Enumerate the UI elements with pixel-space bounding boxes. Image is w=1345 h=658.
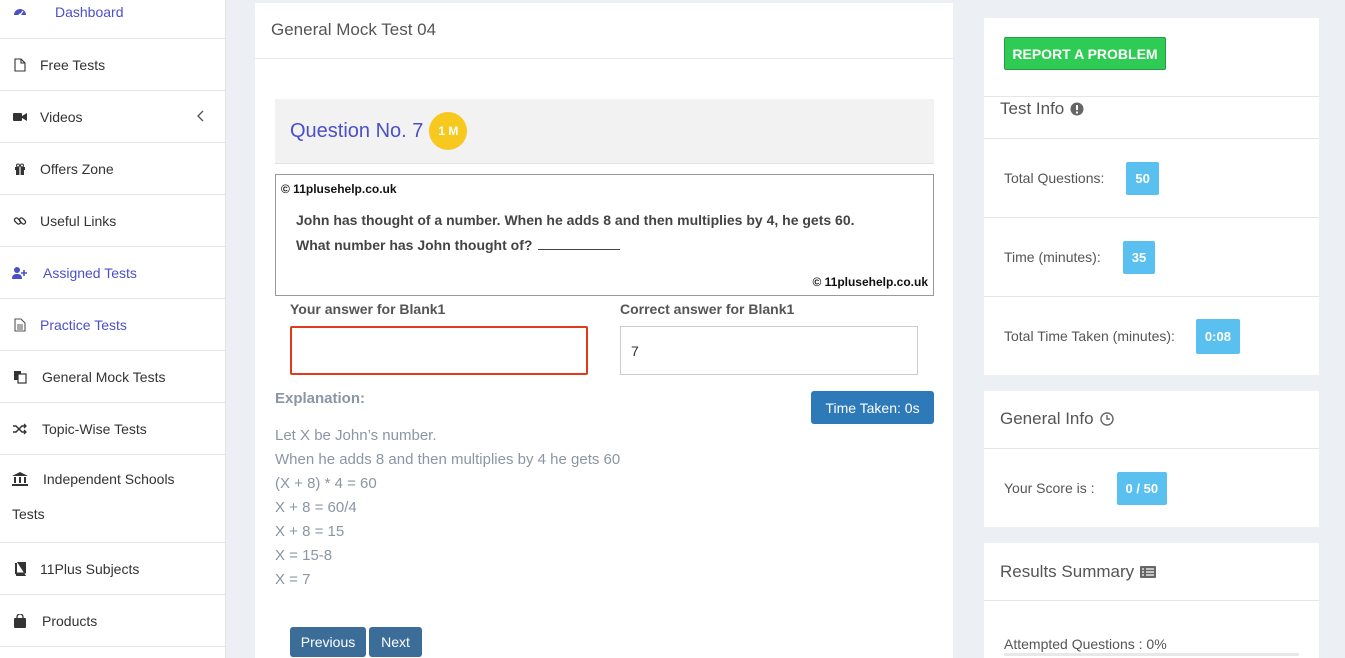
explanation-line: Let X be John’s number. xyxy=(275,427,437,444)
explanation-line: X + 8 = 15 xyxy=(275,523,345,540)
sidebar-item-topic-wise-tests[interactable]: Topic-Wise Tests xyxy=(0,403,225,455)
question-line-2-wrap: What number has John thought of? xyxy=(296,233,855,258)
copy-icon xyxy=(12,369,28,385)
general-info-panel: General Info Your Score is : 0 / 50 xyxy=(984,391,1319,527)
attempted-progress-bar xyxy=(1004,653,1299,656)
explanation-label: Explanation: xyxy=(275,390,366,407)
explanation-line: X + 8 = 60/4 xyxy=(275,499,357,516)
sidebar-item-products[interactable]: Products xyxy=(0,595,225,647)
gift-icon xyxy=(12,161,28,177)
dashboard-icon xyxy=(12,4,28,20)
sidebar-item-useful-links[interactable]: Useful Links xyxy=(0,195,225,247)
question-text: John has thought of a number. When he ad… xyxy=(296,208,855,258)
explanation-line: X = 15-8 xyxy=(275,547,333,564)
time-taken-label: Total Time Taken (minutes): xyxy=(1004,328,1175,344)
your-answer-label: Your answer for Blank1 xyxy=(290,301,446,317)
total-questions-badge: 50 xyxy=(1126,161,1159,195)
test-info-panel: REPORT A PROBLEM Test Info Total Questio… xyxy=(984,18,1319,375)
sidebar-item-offers-zone[interactable]: Offers Zone xyxy=(0,143,225,195)
sidebar-item-label: Assigned Tests xyxy=(43,264,137,281)
total-questions-label: Total Questions: xyxy=(1004,170,1105,186)
correct-answer-field: 7 xyxy=(620,326,918,375)
time-label: Time (minutes): xyxy=(1004,249,1101,265)
results-summary-title: Results Summary xyxy=(1000,562,1157,582)
correct-answer-label: Correct answer for Blank1 xyxy=(620,301,795,317)
sidebar-item-videos[interactable]: Videos xyxy=(0,91,225,143)
time-taken-badge: 0:08 xyxy=(1195,318,1240,354)
time-badge: 35 xyxy=(1122,240,1156,274)
link-icon xyxy=(12,213,28,229)
sidebar-item-label-continued: Tests xyxy=(12,506,45,522)
shuffle-icon xyxy=(12,421,28,437)
list-icon xyxy=(1140,566,1157,578)
explanation-text: Let X be John’s number. When he adds 8 a… xyxy=(275,424,620,592)
question-line-2: What number has John thought of? xyxy=(296,237,533,253)
sidebar-item-practice-tests[interactable]: Practice Tests xyxy=(0,299,225,351)
sidebar: Dashboard Free Tests Videos Offers Zone … xyxy=(0,0,226,658)
book-icon xyxy=(12,561,28,577)
question-header: Question No. 7 1 M xyxy=(275,99,934,164)
sidebar-item-label: General Mock Tests xyxy=(42,368,166,385)
score-badge: 0 / 50 xyxy=(1116,471,1168,505)
test-info-title-text: Test Info xyxy=(1000,99,1065,118)
copyright-bottom: © 11plusehelp.co.uk xyxy=(812,275,928,289)
time-taken-row: Total Time Taken (minutes): 0:08 xyxy=(984,296,1319,375)
sidebar-item-label: 11Plus Subjects xyxy=(40,560,140,577)
clock-icon xyxy=(1099,412,1114,426)
info-icon xyxy=(1070,102,1084,116)
score-label: Your Score is : xyxy=(1004,480,1095,496)
shopping-bag-icon xyxy=(12,613,28,629)
copyright-top: © 11plusehelp.co.uk xyxy=(281,182,397,196)
attempted-row: Attempted Questions : 0% xyxy=(984,600,1319,658)
sidebar-item-label: Independent Schools xyxy=(43,470,175,487)
score-row: Your Score is : 0 / 50 xyxy=(984,448,1319,527)
sidebar-item-label: Videos xyxy=(40,108,83,125)
chevron-left-icon[interactable] xyxy=(197,109,205,125)
your-answer-field[interactable] xyxy=(290,326,588,375)
question-box: © 11plusehelp.co.uk John has thought of … xyxy=(275,174,934,296)
sidebar-item-free-tests[interactable]: Free Tests xyxy=(0,39,225,91)
general-info-title-text: General Info xyxy=(1000,409,1094,428)
question-title: Question No. 7 xyxy=(290,119,424,142)
sidebar-item-label: Topic-Wise Tests xyxy=(42,420,147,437)
previous-button[interactable]: Previous xyxy=(290,627,366,657)
report-problem-button[interactable]: REPORT A PROBLEM xyxy=(1004,37,1166,70)
time-taken-button[interactable]: Time Taken: 0s xyxy=(811,391,934,424)
sidebar-item-label: Offers Zone xyxy=(40,160,114,177)
page-title: General Mock Test 04 xyxy=(255,3,953,59)
explanation-line: X = 7 xyxy=(275,571,311,588)
sidebar-item-label: Products xyxy=(42,612,98,629)
total-questions-row: Total Questions: 50 xyxy=(984,138,1319,217)
sidebar-item-11plus-subjects[interactable]: 11Plus Subjects xyxy=(0,543,225,595)
question-line-1: John has thought of a number. When he ad… xyxy=(296,212,855,228)
sidebar-item-independent-schools-tests[interactable]: Independent Schools Tests xyxy=(0,455,225,543)
time-row: Time (minutes): 35 xyxy=(984,217,1319,296)
sidebar-item-general-mock-tests[interactable]: General Mock Tests xyxy=(0,351,225,403)
general-info-title: General Info xyxy=(1000,409,1114,429)
file-icon xyxy=(12,57,28,73)
document-icon xyxy=(12,317,28,333)
sidebar-item-label: Dashboard xyxy=(55,4,124,20)
sidebar-item-dashboard[interactable]: Dashboard xyxy=(0,0,225,39)
answer-blank xyxy=(538,236,621,250)
explanation-line: When he adds 8 and then multiplies by 4 … xyxy=(275,451,621,468)
marks-badge: 1 M xyxy=(429,112,468,150)
question-card: General Mock Test 04 Question No. 7 1 M … xyxy=(255,3,953,658)
attempted-label: Attempted Questions : 0% xyxy=(1004,636,1167,652)
sidebar-item-label: Practice Tests xyxy=(40,316,127,333)
results-summary-panel: Results Summary Attempted Questions : 0% xyxy=(984,543,1319,658)
test-info-title: Test Info xyxy=(1000,99,1084,119)
sidebar-item-assigned-tests[interactable]: Assigned Tests xyxy=(0,247,225,299)
sidebar-item-label: Free Tests xyxy=(40,56,106,73)
institution-icon xyxy=(12,471,28,487)
user-plus-icon xyxy=(12,265,28,281)
results-summary-title-text: Results Summary xyxy=(1000,562,1135,581)
video-icon xyxy=(12,109,28,125)
next-button[interactable]: Next xyxy=(369,627,422,657)
sidebar-item-label: Useful Links xyxy=(40,212,117,229)
explanation-line: (X + 8) * 4 = 60 xyxy=(275,475,377,492)
